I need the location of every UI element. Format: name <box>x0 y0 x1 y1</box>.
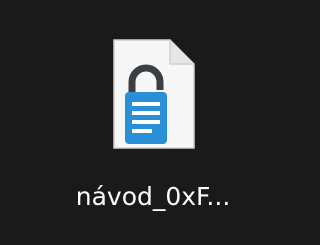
file-name-label[interactable]: návod_0xF... <box>0 182 306 212</box>
desktop-background: návod_0xF... <box>0 0 306 245</box>
desktop-file-item[interactable]: návod_0xF... <box>0 0 306 245</box>
encrypted-document-icon[interactable] <box>112 38 196 150</box>
